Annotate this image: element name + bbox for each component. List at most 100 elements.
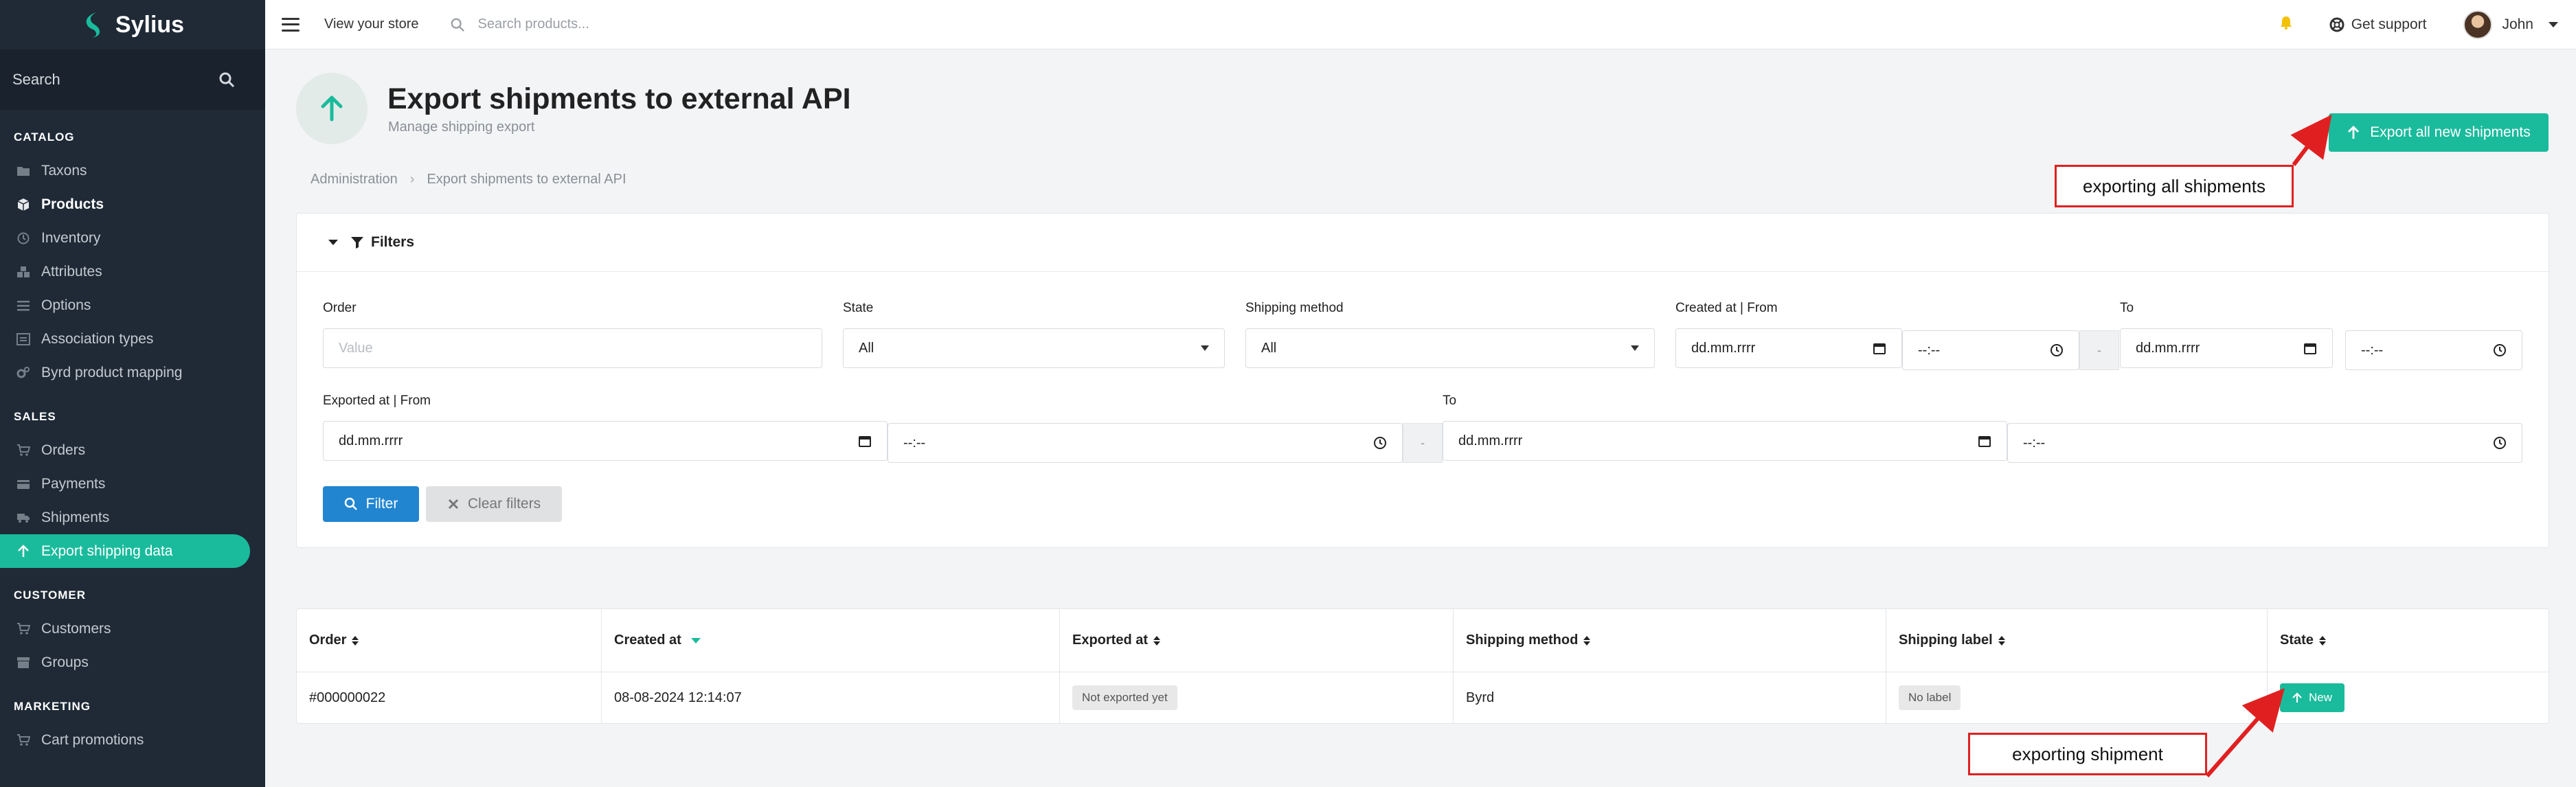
- sidebar-item-association-types[interactable]: Association types: [0, 322, 265, 356]
- range-separator: -: [2079, 330, 2119, 370]
- clock-icon[interactable]: [2493, 436, 2507, 450]
- user-menu[interactable]: John: [2463, 10, 2558, 39]
- sidebar-item-label: Taxons: [41, 162, 87, 179]
- exported-to-time[interactable]: --:--: [2007, 423, 2522, 463]
- caret-down-icon: [328, 240, 338, 245]
- sidebar-item-cart-promotions[interactable]: Cart promotions: [0, 723, 265, 757]
- sylius-logo[interactable]: Sylius: [0, 0, 265, 49]
- table-row: #000000022 08-08-2024 12:14:07 Not expor…: [297, 672, 2549, 723]
- sidebar-item-label: Products: [41, 196, 104, 212]
- column-label: Exported at: [1072, 632, 1149, 648]
- filters-panel: Filters Order State Shipping method Crea…: [296, 213, 2549, 548]
- sort-icon: [1583, 635, 1591, 646]
- sidebar-search[interactable]: Search: [0, 49, 265, 110]
- export-all-button[interactable]: Export all new shipments: [2329, 113, 2549, 152]
- sidebar-item-taxons[interactable]: Taxons: [0, 154, 265, 187]
- order-input[interactable]: Value: [323, 328, 822, 368]
- calendar-icon[interactable]: [858, 434, 872, 448]
- column-order[interactable]: Order: [297, 609, 602, 672]
- clear-filters-button[interactable]: Clear filters: [426, 486, 562, 522]
- life-ring-icon: [2329, 17, 2345, 32]
- date-placeholder: dd.mm.rrrr: [339, 433, 403, 448]
- calendar-icon[interactable]: [2303, 341, 2317, 355]
- avatar: [2463, 10, 2493, 39]
- filters-toggle[interactable]: Filters: [297, 214, 2549, 272]
- created-to-date[interactable]: dd.mm.rrrr: [2120, 328, 2333, 368]
- sidebar-item-attributes[interactable]: Attributes: [0, 255, 265, 288]
- search-icon: [451, 18, 465, 32]
- created-to-time[interactable]: --:--: [2345, 330, 2522, 370]
- column-shipping-method[interactable]: Shipping method: [1454, 609, 1886, 672]
- column-label: State: [2280, 632, 2314, 648]
- column-state[interactable]: State: [2268, 609, 2549, 672]
- exported-to-date[interactable]: dd.mm.rrrr: [1443, 421, 2007, 461]
- bell-icon[interactable]: [2279, 15, 2294, 34]
- exported-from-date[interactable]: dd.mm.rrrr: [323, 421, 888, 461]
- product-search-input[interactable]: Search products...: [477, 16, 589, 32]
- created-from-date[interactable]: dd.mm.rrrr: [1675, 328, 1902, 368]
- state-select-value: All: [859, 340, 874, 356]
- exported-from-time[interactable]: --:--: [888, 423, 1403, 463]
- sidebar-item-customers[interactable]: Customers: [0, 612, 265, 646]
- calendar-icon[interactable]: [1873, 341, 1886, 355]
- sidebar-item-export-shipping-data[interactable]: Export shipping data: [0, 534, 250, 568]
- sidebar-item-options[interactable]: Options: [0, 288, 265, 322]
- history-icon: [17, 232, 30, 244]
- sidebar-item-label: Shipments: [41, 509, 110, 525]
- column-shipping-label[interactable]: Shipping label: [1886, 609, 2268, 672]
- close-icon: [448, 499, 458, 510]
- state-label: New: [2309, 691, 2333, 704]
- sidebar-item-orders[interactable]: Orders: [0, 433, 265, 467]
- calendar-icon[interactable]: [1978, 434, 1991, 448]
- arrow-up-icon: [321, 95, 343, 122]
- sidebar-item-label: Cart promotions: [41, 731, 144, 748]
- state-select[interactable]: All: [843, 328, 1225, 368]
- get-support-link[interactable]: Get support: [2329, 16, 2426, 33]
- arrow-up-icon: [2348, 126, 2360, 139]
- not-exported-badge: Not exported yet: [1072, 685, 1177, 710]
- page-header-icon: [296, 73, 368, 144]
- clock-icon[interactable]: [2493, 343, 2507, 357]
- sidebar-item-payments[interactable]: Payments: [0, 467, 265, 501]
- user-name: John: [2502, 16, 2533, 32]
- chevron-right-icon: ›: [409, 172, 415, 187]
- filter-button-label: Filter: [365, 496, 398, 512]
- column-created-at[interactable]: Created at: [602, 609, 1060, 672]
- created-to-label: To: [2120, 301, 2134, 315]
- search-icon[interactable]: [218, 71, 235, 88]
- sort-icon: [1153, 635, 1161, 646]
- cart-icon: [17, 444, 30, 456]
- breadcrumb-administration[interactable]: Administration: [310, 172, 398, 187]
- column-label: Shipping label: [1899, 632, 1993, 648]
- no-label-badge: No label: [1899, 685, 1961, 710]
- sidebar-item-inventory[interactable]: Inventory: [0, 221, 265, 255]
- sidebar-item-products[interactable]: Products: [0, 187, 265, 221]
- exported-to-label: To: [1443, 394, 1457, 408]
- cart-icon: [17, 622, 30, 635]
- shipping-method-select[interactable]: All: [1245, 328, 1655, 368]
- cubes-icon: [17, 266, 30, 277]
- sidebar-item-groups[interactable]: Groups: [0, 646, 265, 679]
- column-label: Created at: [614, 632, 681, 648]
- sort-icon: [1998, 635, 2005, 646]
- sidebar-item-label: Payments: [41, 475, 106, 492]
- cell-state: New: [2268, 672, 2549, 723]
- clock-icon[interactable]: [2050, 343, 2064, 357]
- menu-icon[interactable]: [282, 17, 300, 32]
- clock-icon[interactable]: [1373, 436, 1387, 450]
- export-shipment-button[interactable]: New: [2280, 683, 2345, 712]
- product-search[interactable]: Search products...: [450, 16, 589, 32]
- breadcrumb-current: Export shipments to external API: [427, 172, 626, 187]
- payment-icon: [17, 479, 30, 489]
- created-from-time[interactable]: --:--: [1902, 330, 2079, 370]
- app-name: Sylius: [115, 11, 185, 38]
- cogs-icon: [16, 366, 30, 378]
- sidebar-section-customer: CUSTOMER: [14, 589, 86, 602]
- column-exported-at[interactable]: Exported at: [1060, 609, 1454, 672]
- date-placeholder: dd.mm.rrrr: [1458, 433, 1523, 448]
- sidebar-item-shipments[interactable]: Shipments: [0, 501, 265, 534]
- view-store-link[interactable]: View your store: [324, 16, 418, 32]
- sidebar-item-byrd-product-mapping[interactable]: Byrd product mapping: [0, 356, 265, 389]
- cell-shipping-method: Byrd: [1454, 672, 1886, 723]
- filter-button[interactable]: Filter: [323, 486, 419, 522]
